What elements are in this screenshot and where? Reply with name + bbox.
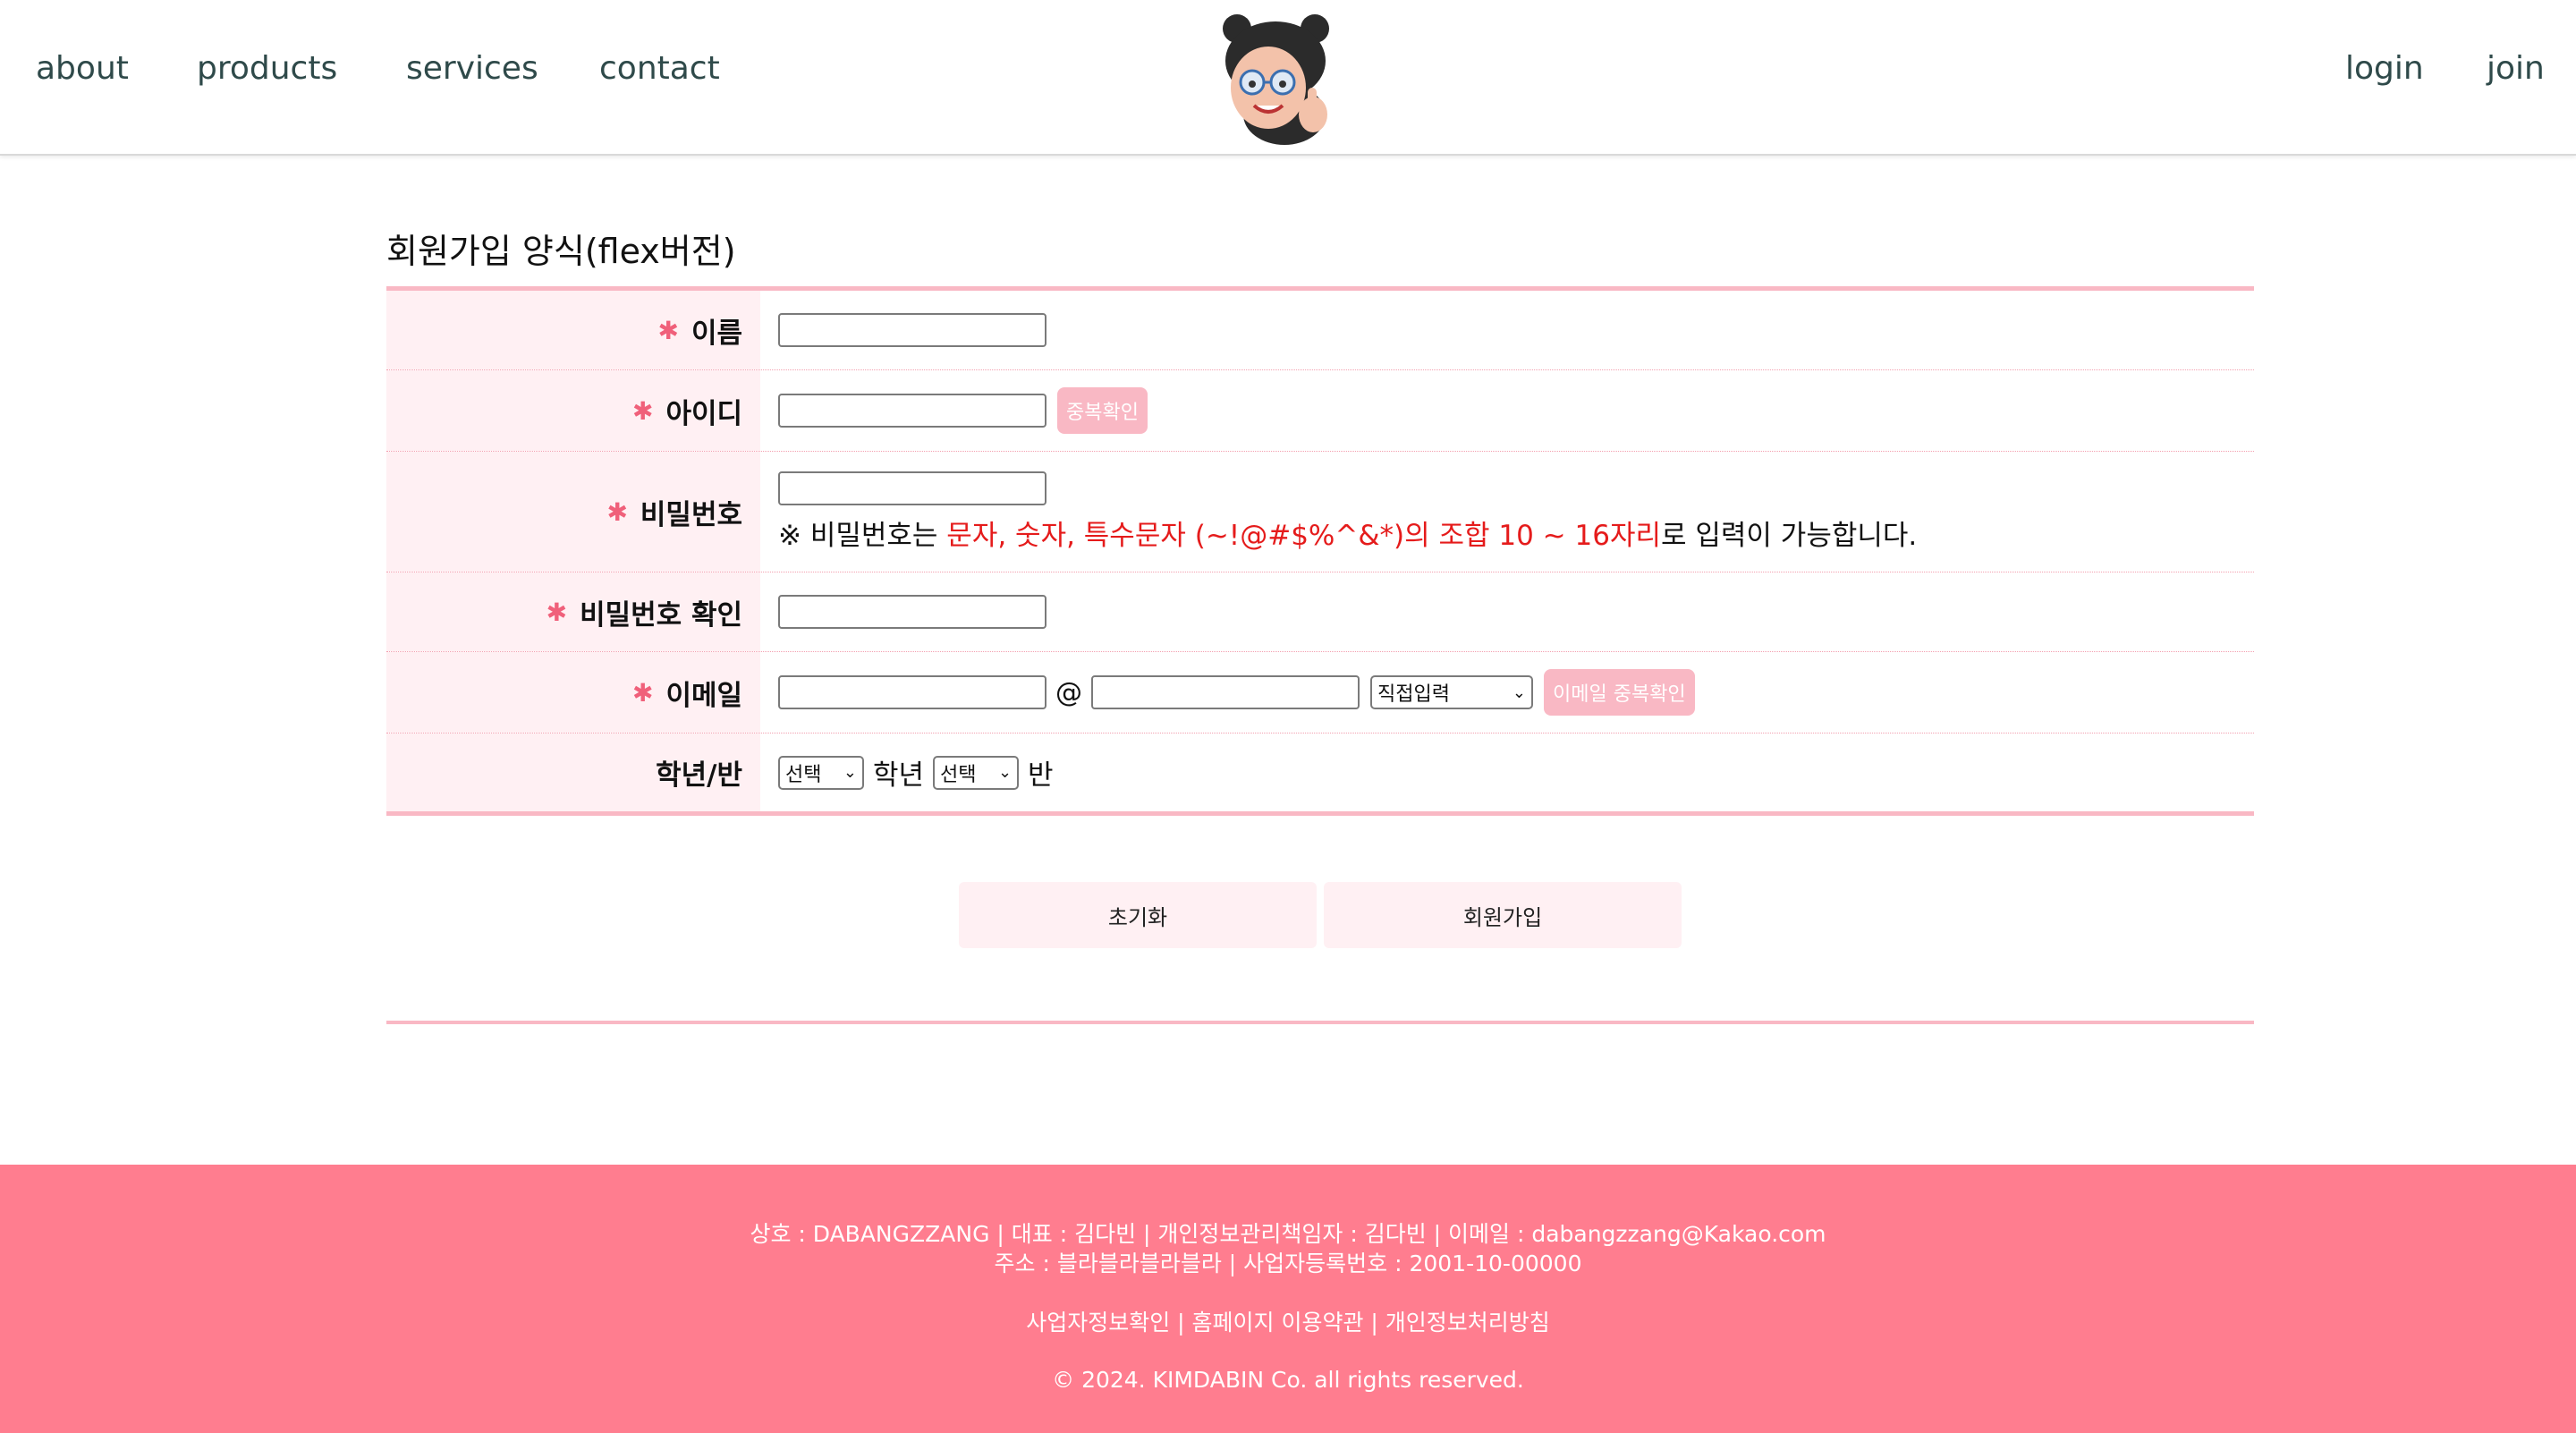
id-input[interactable] xyxy=(778,394,1046,428)
name-field-cell xyxy=(760,291,2254,369)
site-header: about products services contact login jo… xyxy=(0,0,2576,156)
required-mark-icon: ✱ xyxy=(657,315,679,345)
form-row-grade-class: 학년/반 선택 ⌄ 학년 선택 ⌄ 반 xyxy=(386,733,2254,811)
grade-class-label: 학년/반 xyxy=(386,733,760,811)
password-confirm-label-text: 비밀번호 확인 xyxy=(580,598,742,632)
id-field-cell: 중복확인 xyxy=(760,370,2254,451)
form-actions: 초기화 회원가입 xyxy=(959,882,1682,948)
email-label-text: 이메일 xyxy=(665,679,742,712)
submit-button[interactable]: 회원가입 xyxy=(1324,882,1682,948)
class-select[interactable]: 선택 ⌄ xyxy=(933,755,1020,790)
grade-select-value: 선택 xyxy=(785,763,822,786)
reset-button[interactable]: 초기화 xyxy=(959,882,1317,948)
required-mark-icon: ✱ xyxy=(606,496,628,527)
footer-links[interactable]: 사업자정보확인 | 홈페이지 이용약관 | 개인정보처리방침 xyxy=(0,1305,2576,1337)
required-mark-icon: ✱ xyxy=(631,395,654,426)
id-label-text: 아이디 xyxy=(665,397,742,430)
footer-address-info: 주소 : 블라블라블라블라 | 사업자등록번호 : 2001-10-00000 xyxy=(994,1251,1582,1276)
form-row-name: ✱ 이름 xyxy=(386,291,2254,370)
class-select-value: 선택 xyxy=(940,763,977,786)
class-unit: 반 xyxy=(1028,759,1054,792)
footer-copyright: © 2024. KIMDABIN Co. all rights reserved… xyxy=(1052,1367,1524,1393)
password-hint-suffix: 로 입력이 가능합니다. xyxy=(1661,519,1918,552)
chevron-down-icon: ⌄ xyxy=(997,763,1013,782)
section-divider xyxy=(386,1021,2254,1024)
name-input[interactable] xyxy=(778,313,1046,347)
required-mark-icon: ✱ xyxy=(631,677,654,708)
nav-services[interactable]: services xyxy=(406,50,538,87)
grade-select[interactable]: 선택 ⌄ xyxy=(778,755,864,790)
nav-join[interactable]: join xyxy=(2487,50,2545,87)
grade-unit: 학년 xyxy=(873,759,925,792)
email-local-input[interactable] xyxy=(778,675,1046,709)
name-label-text: 이름 xyxy=(691,317,742,350)
grade-class-field-cell: 선택 ⌄ 학년 선택 ⌄ 반 xyxy=(760,733,2254,811)
id-duplicate-check-button[interactable]: 중복확인 xyxy=(1057,387,1148,434)
chevron-down-icon: ⌄ xyxy=(1512,683,1526,702)
signup-form: ✱ 이름 ✱ 아이디 중복확인 ✱ 비밀번호 ※ 비밀번호는 문자, 숫자, 특… xyxy=(386,286,2254,816)
form-row-email: ✱ 이메일 @ 직접입력 ⌄ 이메일 중복확인 xyxy=(386,652,2254,733)
form-row-password-confirm: ✱ 비밀번호 확인 xyxy=(386,572,2254,652)
password-confirm-input[interactable] xyxy=(778,595,1046,629)
id-label: ✱ 아이디 xyxy=(386,370,760,451)
required-mark-icon: ✱ xyxy=(546,597,568,627)
email-duplicate-check-button[interactable]: 이메일 중복확인 xyxy=(1544,669,1695,716)
password-field-cell: ※ 비밀번호는 문자, 숫자, 특수문자 (~!@#$%^&*)의 조합 10 … xyxy=(760,452,2254,572)
password-hint-prefix: ※ 비밀번호는 xyxy=(778,519,947,552)
nav-about[interactable]: about xyxy=(36,50,129,87)
password-label: ✱ 비밀번호 xyxy=(386,452,760,572)
form-title: 회원가입 양식(flex버전) xyxy=(386,232,736,271)
form-row-id: ✱ 아이디 중복확인 xyxy=(386,370,2254,452)
email-field-cell: @ 직접입력 ⌄ 이메일 중복확인 xyxy=(760,652,2254,733)
email-domain-select-value: 직접입력 xyxy=(1377,683,1450,706)
chevron-down-icon: ⌄ xyxy=(843,763,857,782)
nav-login[interactable]: login xyxy=(2345,50,2424,87)
password-label-text: 비밀번호 xyxy=(640,498,742,531)
email-domain-select[interactable]: 직접입력 ⌄ xyxy=(1370,675,1533,709)
logo-avatar-icon[interactable] xyxy=(1215,9,1340,148)
site-footer: 상호 : DABANGZZANG | 대표 : 김다빈 | 개인정보관리책임자 … xyxy=(0,1165,2576,1433)
nav-products[interactable]: products xyxy=(197,50,337,87)
password-confirm-field-cell xyxy=(760,572,2254,651)
footer-company-info: 상호 : DABANGZZANG | 대표 : 김다빈 | 개인정보관리책임자 … xyxy=(750,1221,1826,1247)
email-at-sign: @ xyxy=(1055,676,1082,708)
password-hint: ※ 비밀번호는 문자, 숫자, 특수문자 (~!@#$%^&*)의 조합 10 … xyxy=(778,513,1917,553)
email-label: ✱ 이메일 xyxy=(386,652,760,733)
password-confirm-label: ✱ 비밀번호 확인 xyxy=(386,572,760,651)
nav-contact[interactable]: contact xyxy=(599,50,720,87)
name-label: ✱ 이름 xyxy=(386,291,760,369)
email-domain-input[interactable] xyxy=(1091,675,1360,709)
form-row-password: ✱ 비밀번호 ※ 비밀번호는 문자, 숫자, 특수문자 (~!@#$%^&*)의… xyxy=(386,452,2254,572)
grade-class-label-text: 학년/반 xyxy=(656,759,742,792)
password-input[interactable] xyxy=(778,471,1046,505)
password-hint-rule: 문자, 숫자, 특수문자 (~!@#$%^&*)의 조합 10 ~ 16자리 xyxy=(946,519,1662,552)
